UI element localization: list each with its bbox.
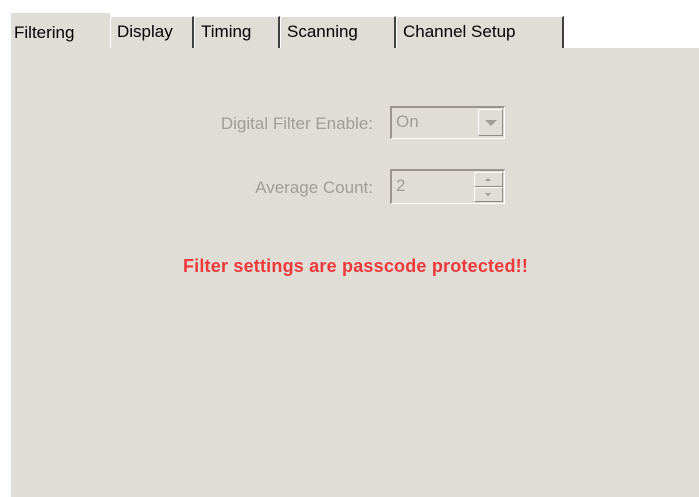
decrement-button[interactable]: [474, 187, 503, 202]
chevron-down-icon: [485, 120, 497, 126]
tab-label: Timing: [201, 22, 252, 41]
tab-filtering[interactable]: Filtering: [10, 12, 110, 49]
passcode-warning: Filter settings are passcode protected!!: [182, 256, 529, 276]
tab-display[interactable]: Display: [110, 16, 194, 48]
tab-scanning[interactable]: Scanning: [280, 16, 396, 48]
increment-button[interactable]: [474, 172, 503, 187]
tab-label: Display: [117, 22, 173, 41]
tab-channel-setup[interactable]: Channel Setup: [396, 16, 564, 48]
average-count-label: Average Count:: [255, 178, 373, 197]
digital-filter-enable-label: Digital Filter Enable:: [220, 114, 373, 133]
tab-strip: Filtering Display Timing Scanning Channe…: [10, 12, 699, 49]
arrow-down-icon: [485, 193, 491, 196]
dropdown-button[interactable]: [478, 109, 503, 136]
tab-label: Filtering: [14, 23, 75, 42]
digital-filter-enable-value: On: [396, 112, 419, 131]
filtering-panel: Digital Filter Enable: On Average Count:…: [10, 48, 699, 497]
arrow-up-icon: [485, 178, 491, 181]
average-count-value: 2: [396, 176, 406, 195]
average-count-stepper[interactable]: 2: [390, 169, 505, 204]
tab-label: Scanning: [287, 22, 358, 41]
tab-label: Channel Setup: [403, 22, 516, 41]
digital-filter-enable-select[interactable]: On: [390, 106, 505, 139]
tab-timing[interactable]: Timing: [194, 16, 280, 48]
